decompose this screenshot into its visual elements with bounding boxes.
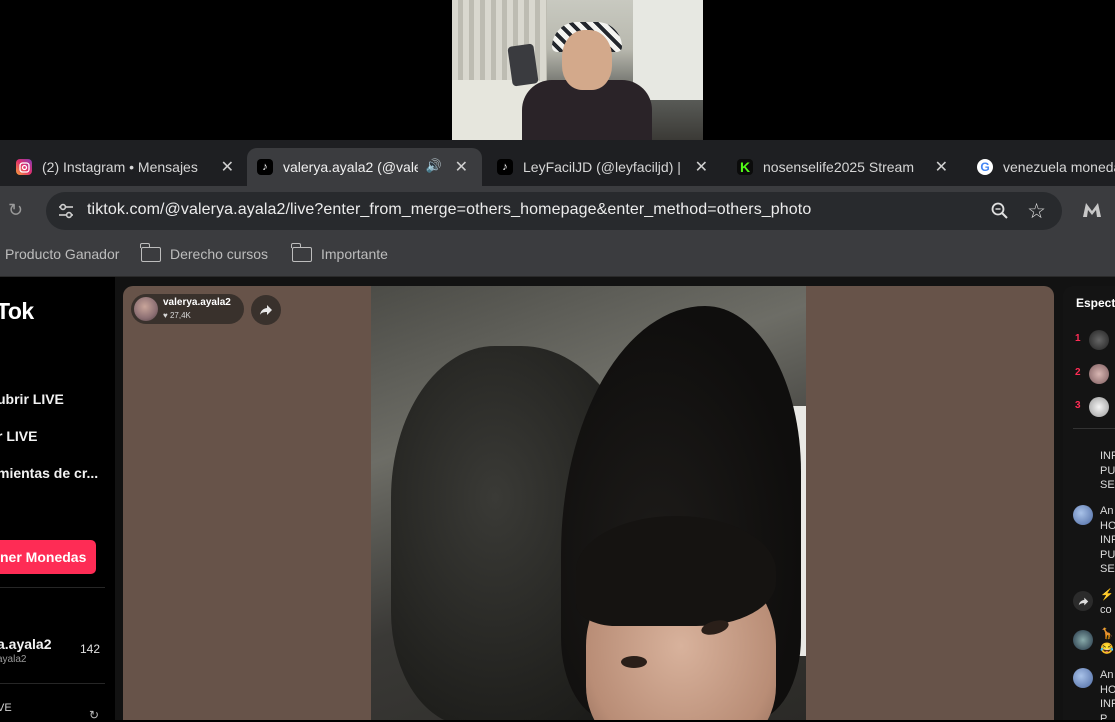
tiktok-icon: ♪ (257, 159, 273, 175)
video-eye (621, 656, 647, 668)
divider (1073, 428, 1115, 429)
bookmark-folder-derecho-cursos[interactable]: Derecho cursos (140, 242, 269, 262)
tab-title: (2) Instagram • Mensajes (42, 159, 198, 175)
chat-message: An HO INF PU SE (1100, 505, 1115, 575)
host-likes-count: 27,4K (169, 311, 191, 320)
divider (0, 683, 105, 684)
rank-number: 2 (1075, 367, 1081, 378)
viewer-avatar[interactable] (1089, 330, 1109, 350)
host-name[interactable]: valerya.ayala2 (163, 297, 231, 308)
bookmark-label: Producto Ganador (5, 246, 120, 262)
bookmark-star-icon[interactable]: ☆ (1027, 199, 1046, 224)
chat-share-button[interactable] (1073, 591, 1093, 611)
tiktok-sidebar: Tok ubrir LIVE r LIVE mientas de cr... n… (0, 277, 115, 722)
chat-avatar[interactable] (1073, 630, 1093, 650)
video-bangs (576, 516, 776, 626)
tab-title: venezuela moneda (1003, 159, 1115, 175)
share-arrow-icon (260, 305, 272, 315)
rank-number: 3 (1075, 400, 1081, 411)
bookmark-folder-importante[interactable]: Importante (291, 242, 388, 262)
tiktok-logo[interactable]: Tok (0, 298, 34, 325)
host-info-pill[interactable]: valerya.ayala2 ♥ 27,4K (131, 294, 244, 324)
site-settings-icon[interactable] (56, 201, 76, 221)
zoom-icon[interactable] (990, 201, 1010, 221)
live-video-player[interactable]: valerya.ayala2 ♥ 27,4K (123, 286, 1054, 720)
sidebar-item-following-live[interactable]: r LIVE (0, 428, 37, 444)
reload-icon[interactable]: ↻ (8, 201, 26, 219)
chat-message: An HO INF P (1100, 669, 1115, 720)
share-arrow-icon (1078, 597, 1088, 605)
divider (0, 587, 105, 588)
live-video-frame (371, 286, 806, 720)
share-button[interactable] (251, 295, 281, 325)
bookmark-label: Derecho cursos (170, 246, 269, 262)
webcam-person-face (562, 30, 612, 90)
chat-avatar[interactable] (1073, 505, 1093, 525)
get-coins-button[interactable]: ner Monedas (0, 540, 96, 574)
tab-title: nosenselife2025 Stream (763, 159, 914, 175)
bookmark-producto-ganador[interactable]: Producto Ganador (5, 246, 119, 262)
account-viewer-count: 142 (80, 642, 101, 656)
viewer-avatar[interactable] (1089, 397, 1109, 417)
host-avatar[interactable] (134, 297, 158, 321)
close-icon[interactable]: ✕ (935, 157, 948, 177)
address-bar[interactable]: tiktok.com/@valerya.ayala2/live?enter_fr… (46, 192, 1062, 230)
tab-google-search[interactable]: G venezuela moneda (977, 148, 1115, 186)
host-likes: ♥ 27,4K (163, 311, 191, 320)
folder-icon (291, 242, 312, 262)
webcam-overlay (452, 0, 703, 140)
tiktok-live-page: Tok ubrir LIVE r LIVE mientas de cr... n… (0, 277, 1115, 722)
bookmarks-bar: Producto Ganador Derecho cursos Importan… (0, 236, 1115, 277)
bookmark-label: Importante (321, 246, 388, 262)
chat-message: ⚡ co (1100, 589, 1114, 616)
kick-icon: K (737, 159, 753, 175)
folder-icon (140, 242, 161, 262)
tab-instagram[interactable]: (2) Instagram • Mensajes ✕ (16, 148, 248, 186)
extension-m-icon[interactable] (1080, 198, 1104, 222)
account-name[interactable]: a.ayala2 (0, 636, 52, 652)
webcam-phone (507, 43, 539, 87)
close-icon[interactable]: ✕ (695, 157, 708, 177)
heart-icon: ♥ (163, 311, 168, 320)
sidebar-item-creator-tools[interactable]: mientas de cr... (0, 465, 98, 481)
browser-tab-bar: (2) Instagram • Mensajes ✕ ♪ valerya.aya… (0, 140, 1115, 186)
speaker-icon[interactable]: 🔊 (426, 158, 442, 174)
viewers-chat-panel: Espect 1 2 3 INF PU SE An HO INF PU SE ⚡ co 🦒 😂 … (1063, 286, 1115, 720)
chat-message: INF PU SE (1100, 450, 1115, 491)
sidebar-item-discover-live[interactable]: ubrir LIVE (0, 391, 64, 407)
tab-kick-stream[interactable]: K nosenselife2025 Stream ✕ (737, 148, 962, 186)
chat-avatar[interactable] (1073, 668, 1093, 688)
viewers-title: Espect (1076, 296, 1115, 310)
tab-title: valerya.ayala2 (@valerya.ayala2) - TikTo… (283, 159, 418, 175)
tab-leyfaciljd[interactable]: ♪ LeyFacilJD (@leyfaciljd) | TikTok ✕ (497, 148, 722, 186)
tab-title: LeyFacilJD (@leyfaciljd) | TikTok (523, 159, 681, 175)
rank-number: 1 (1075, 333, 1081, 344)
close-icon[interactable]: ✕ (221, 157, 234, 177)
chat-message: 🦒 😂 (1100, 628, 1114, 655)
google-icon: G (977, 159, 993, 175)
tab-tiktok-live[interactable]: ♪ valerya.ayala2 (@valerya.ayala2) - Tik… (247, 148, 482, 186)
account-handle: ayala2 (0, 654, 27, 665)
tiktok-icon: ♪ (497, 159, 513, 175)
instagram-icon (16, 159, 32, 175)
close-icon[interactable]: ✕ (455, 157, 468, 177)
webcam-wall (633, 0, 703, 100)
url-text: tiktok.com/@valerya.ayala2/live?enter_fr… (87, 201, 812, 218)
browser-toolbar: ↻ tiktok.com/@valerya.ayala2/live?enter_… (0, 186, 1115, 236)
viewer-avatar[interactable] (1089, 364, 1109, 384)
live-section-label: VE (0, 702, 12, 714)
